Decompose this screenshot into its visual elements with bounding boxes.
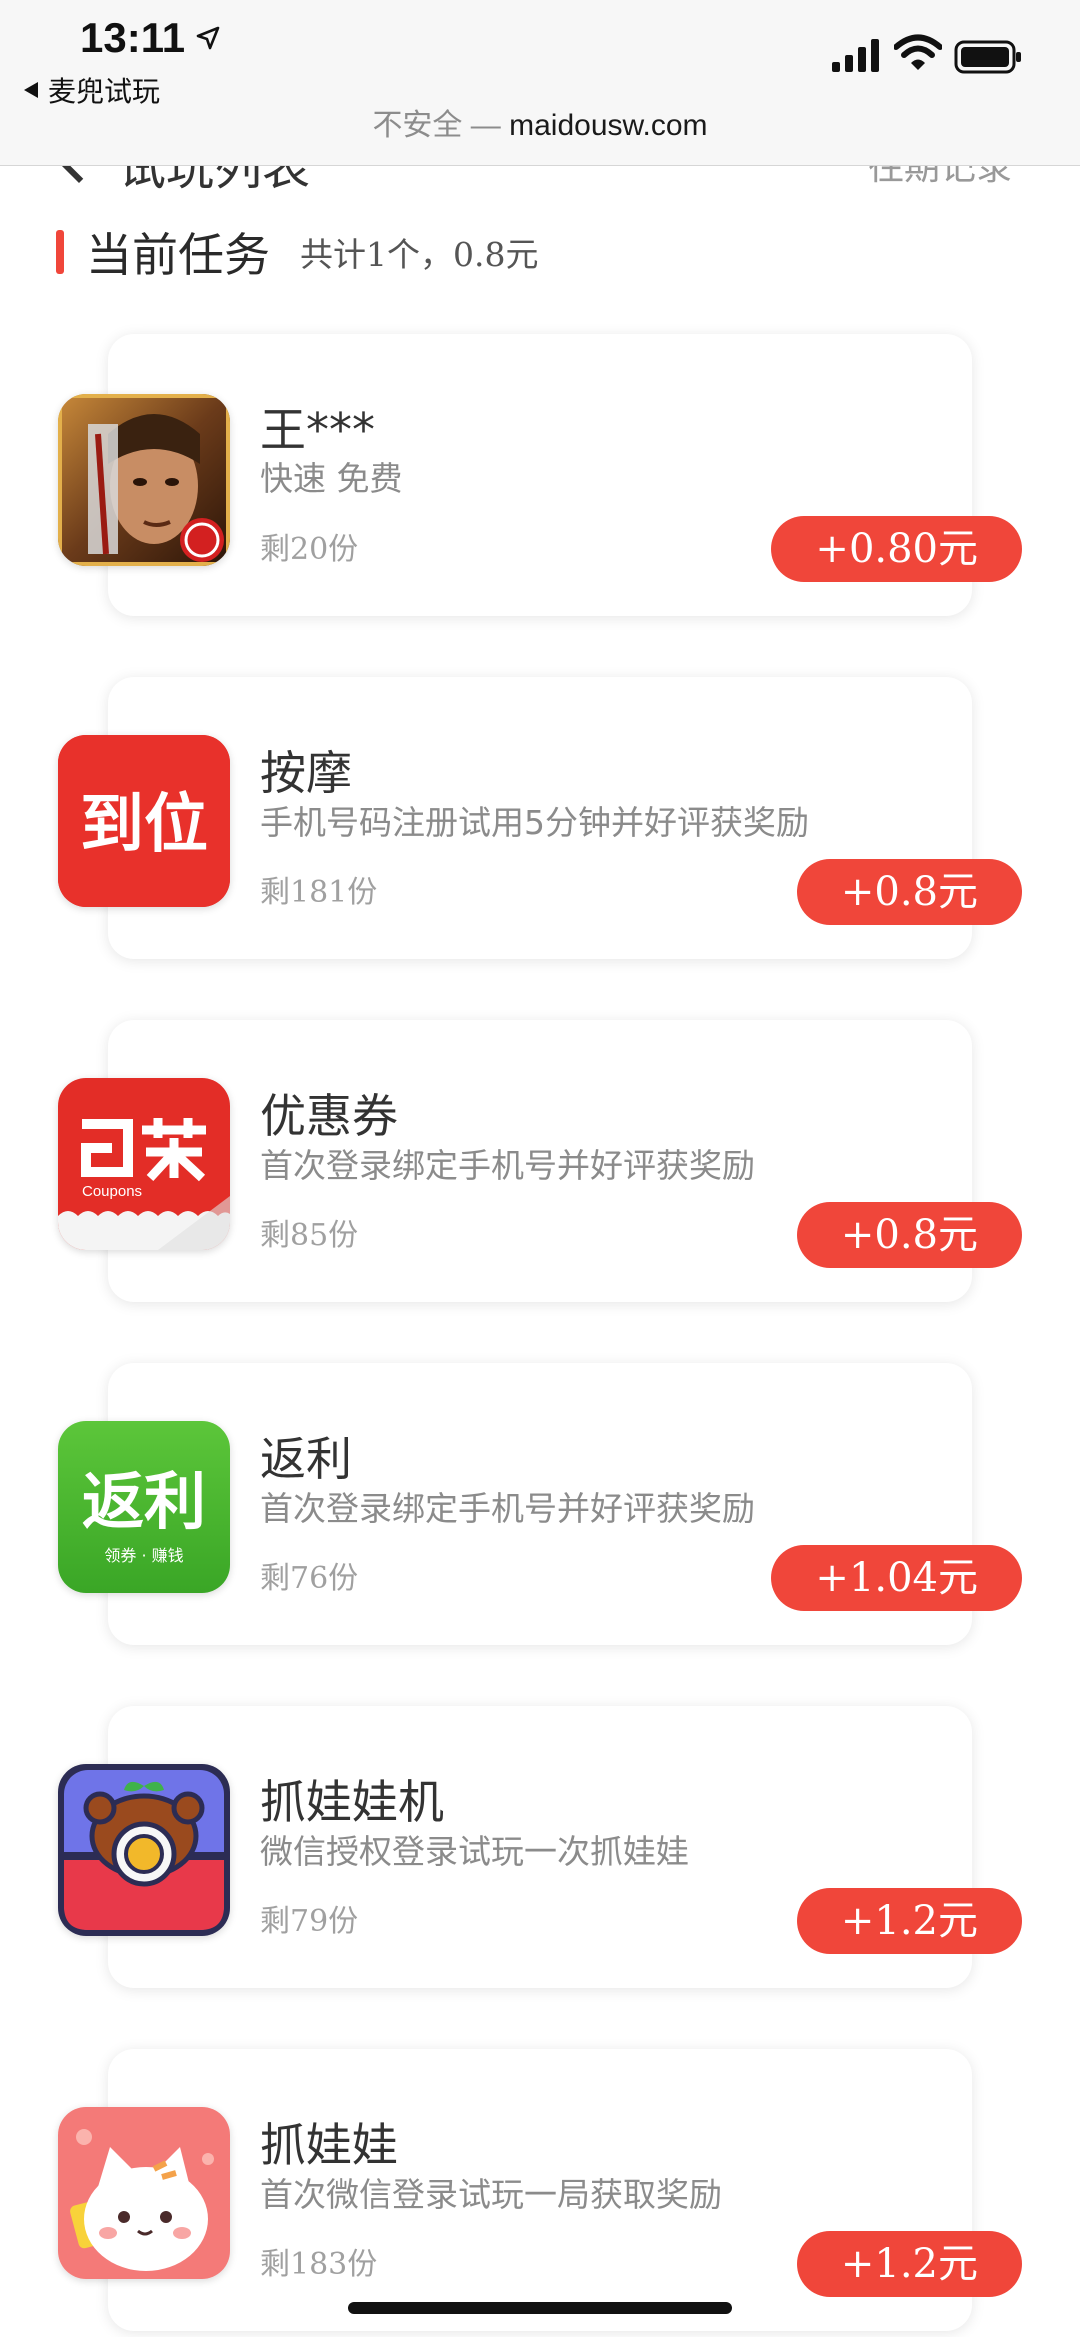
section-label: 当前任务 xyxy=(86,228,270,282)
task-remaining: 剩181份 xyxy=(260,875,378,910)
address-bar[interactable]: 不安全 — maidousw.com xyxy=(0,100,1080,144)
cellular-signal-icon xyxy=(832,39,879,72)
task-name: 返利 xyxy=(260,1432,352,1486)
task-desc: 微信授权登录试玩一次抓娃娃 xyxy=(260,1832,689,1871)
task-name: 抓娃娃机 xyxy=(260,1775,444,1829)
reward-button[interactable]: +0.80元 xyxy=(771,516,1022,582)
daowei-icon-text: 到位 xyxy=(80,788,208,862)
task-remaining: 剩85份 xyxy=(260,1218,359,1253)
task-remaining: 剩183份 xyxy=(260,2247,378,2282)
status-and-url-bar: 13:11 麦兜试玩 不安全 — maidousw.com xyxy=(0,0,1080,166)
domain-label: maidousw.com xyxy=(509,109,708,142)
back-triangle-icon xyxy=(24,82,38,98)
fanli-app-icon[interactable]: 返利 领券 · 赚钱 xyxy=(58,1421,230,1593)
status-time: 13:11 xyxy=(80,14,186,61)
fanli-icon-text: 返利 xyxy=(82,1465,206,1538)
reward-button[interactable]: +0.8元 xyxy=(796,1202,1022,1268)
daowei-app-icon[interactable]: 到位 xyxy=(58,735,230,907)
task-desc: 首次微信登录试玩一局获取奖励 xyxy=(260,2175,722,2214)
task-desc: 快速 免费 xyxy=(260,459,403,498)
task-name: 王*** xyxy=(260,403,375,457)
wifi-icon xyxy=(894,34,942,70)
cat-app-icon[interactable] xyxy=(58,2107,230,2279)
reward-button[interactable]: +1.2元 xyxy=(796,2231,1022,2297)
reward-button[interactable]: +1.2元 xyxy=(796,1888,1022,1954)
reward-button[interactable]: +0.8元 xyxy=(796,859,1022,925)
insecure-label: 不安全 — xyxy=(372,109,501,142)
task-remaining: 剩76份 xyxy=(260,1561,359,1596)
task-name: 优惠券 xyxy=(260,1089,398,1143)
task-desc: 首次登录绑定手机号并好评获奖励 xyxy=(260,1146,755,1185)
claw-machine-app-icon[interactable] xyxy=(58,1764,230,1936)
coupons-app-icon[interactable]: Coupons xyxy=(58,1078,230,1250)
coupons-icon-text: Coupons xyxy=(82,1183,142,1200)
task-remaining: 剩79份 xyxy=(260,1904,359,1939)
location-arrow-icon xyxy=(196,26,220,50)
task-remaining: 剩20份 xyxy=(260,532,359,567)
battery-icon xyxy=(954,40,1021,74)
game-warrior-icon[interactable] xyxy=(58,394,230,566)
reward-button[interactable]: +1.04元 xyxy=(771,1545,1022,1611)
section-accent-bar xyxy=(56,230,64,274)
task-desc: 首次登录绑定手机号并好评获奖励 xyxy=(260,1489,755,1528)
task-name: 抓娃娃 xyxy=(260,2118,398,2172)
section-heading: 当前任务 共计1个，0.8元 xyxy=(56,222,538,282)
home-indicator[interactable] xyxy=(348,2302,732,2314)
fanli-icon-subtext: 领券 · 赚钱 xyxy=(104,1546,183,1565)
task-name: 按摩 xyxy=(260,746,352,800)
task-desc: 手机号码注册试用5分钟并好评获奖励 xyxy=(260,803,809,842)
section-summary: 共计1个，0.8元 xyxy=(300,235,539,274)
